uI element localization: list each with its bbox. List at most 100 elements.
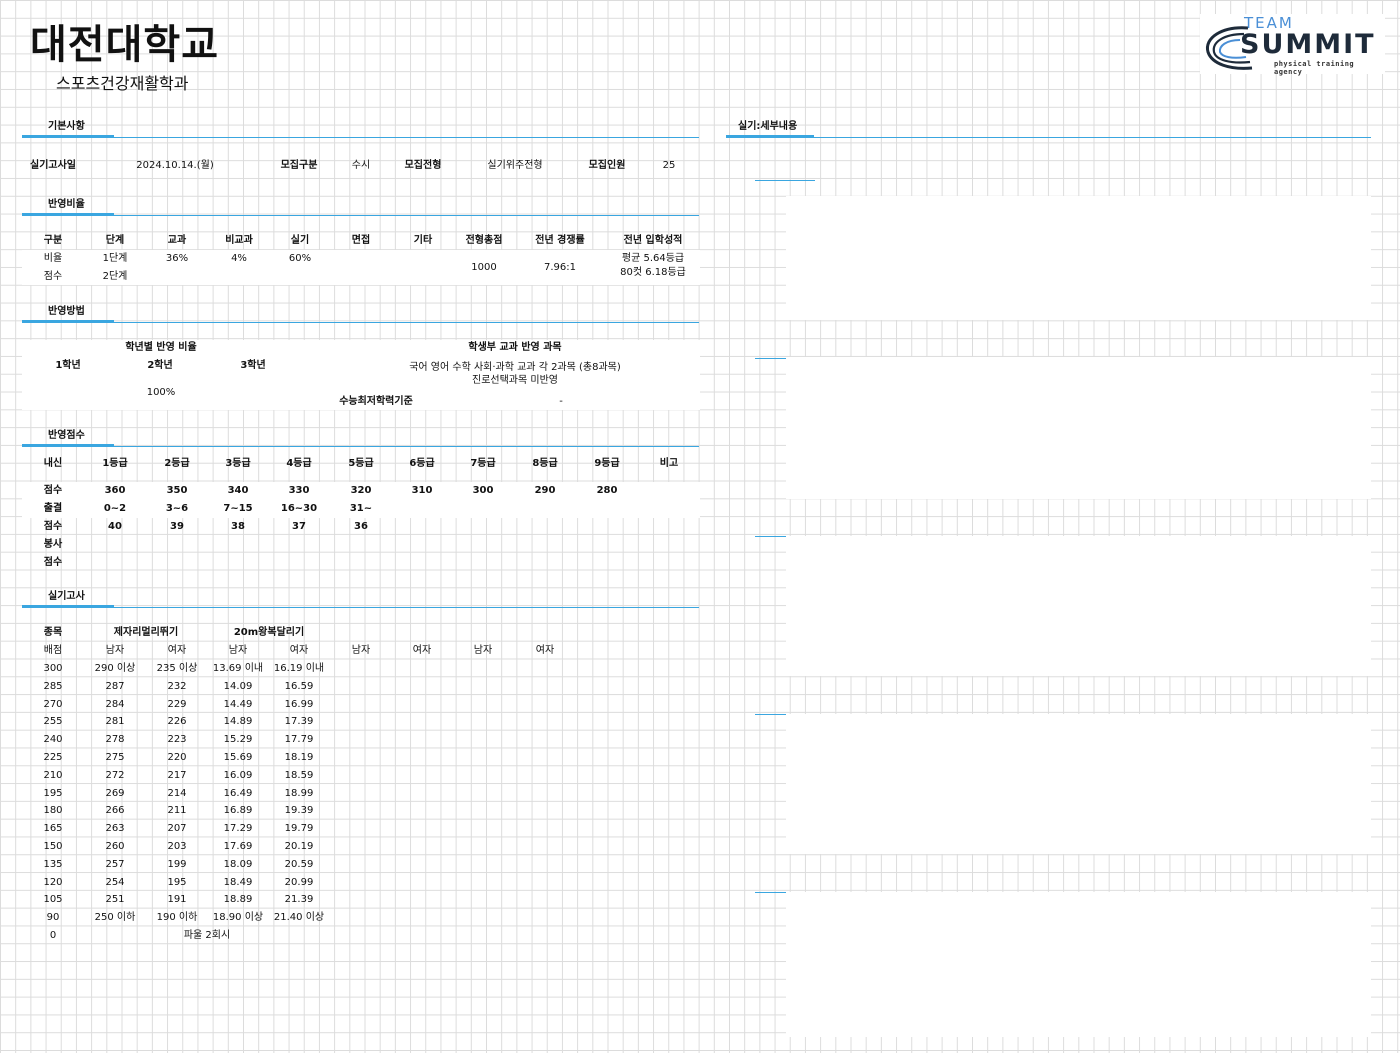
recruit-type-value: 수시 — [351, 160, 371, 171]
section-score-line-accent — [22, 444, 114, 446]
practical-row-8-col-4: 19.39 — [284, 805, 314, 817]
score-row-grade1: 360 — [104, 485, 126, 496]
ratio-row1-nonsubject: 4% — [231, 253, 247, 264]
practical-row-8-col-2: 211 — [167, 805, 187, 817]
practical-row-6-col-4: 18.59 — [284, 769, 314, 781]
practical-row-2-col-1: 284 — [105, 698, 125, 710]
method-grade-ratio-label: 학년별 반영 비율 — [125, 342, 197, 353]
section-detail-line — [726, 137, 1371, 138]
gender-male-2: 남자 — [228, 645, 248, 656]
practical-row-8-col-1: 266 — [105, 805, 125, 817]
practical-row-2-col-3: 14.49 — [223, 698, 253, 710]
practical-row-9-col-3: 17.29 — [223, 823, 253, 835]
practical-row-10-col-0: 150 — [43, 841, 63, 852]
recruit-track-label: 모집전형 — [404, 160, 442, 171]
university-title: 대전대학교 — [30, 22, 219, 68]
practical-row-11-col-3: 18.09 — [223, 858, 253, 870]
practical-row-1-col-1: 287 — [105, 680, 125, 692]
detail-image-panel-4 — [786, 714, 1371, 854]
practical-row-5-col-1: 275 — [105, 752, 125, 763]
practical-row-2-col-0: 270 — [43, 698, 63, 710]
method-year-2: 2학년 — [147, 360, 173, 371]
absence-row-range4: 16~30 — [280, 503, 318, 514]
practical-row-6-col-2: 217 — [167, 769, 187, 781]
score-row-grade7: 300 — [472, 485, 494, 496]
practical-row-11-col-2: 199 — [167, 858, 187, 870]
gender-female-2: 여자 — [289, 645, 309, 656]
absence-score-2: 39 — [170, 521, 184, 532]
score-header-grade7: 7등급 — [470, 458, 496, 469]
method-subjects-label: 학생부 교과 반영 과목 — [468, 342, 562, 353]
section-method-line — [22, 322, 699, 323]
practical-row-3-col-1: 281 — [105, 716, 125, 728]
detail-image-panel-2 — [786, 357, 1371, 499]
practical-event-2: 20m왕복달리기 — [233, 627, 305, 638]
method-subjects-line2: 진로선택과목 미반영 — [472, 375, 558, 386]
ratio-row1-stage: 1단계 — [102, 253, 128, 264]
recruit-track-value: 실기위주전형 — [487, 160, 543, 171]
section-ratio-line-accent — [22, 213, 114, 215]
practical-row-12-col-3: 18.49 — [223, 876, 253, 888]
practical-row-7-col-1: 269 — [105, 787, 125, 799]
practical-row-13-col-1: 251 — [105, 894, 125, 906]
ratio-header-nonsubject: 비교과 — [225, 235, 253, 246]
recruit-type-label: 모집구분 — [280, 160, 318, 171]
section-practical-title: 실기고사 — [48, 591, 85, 602]
practical-row-3-col-3: 14.89 — [223, 716, 253, 728]
recruit-quota-value: 25 — [662, 160, 676, 171]
practical-row-5-col-4: 18.19 — [284, 752, 314, 763]
practical-row-2-col-4: 16.99 — [284, 698, 314, 710]
practical-row-12-col-4: 20.99 — [284, 876, 314, 888]
section-practical-line-accent — [22, 605, 114, 607]
practical-points-label: 배점 — [43, 645, 63, 656]
practical-row-14-col-3: 18.90 이상 — [212, 912, 264, 924]
practical-row-0-col-1: 290 이상 — [94, 663, 136, 674]
practical-row-4-col-3: 15.29 — [223, 734, 253, 746]
section-basic-line-accent — [22, 135, 114, 137]
practical-zero-note: 파울 2회시 — [183, 930, 231, 941]
absence-score-3: 38 — [231, 521, 245, 532]
detail-image-panel-1 — [786, 196, 1371, 320]
practical-row-8-col-0: 180 — [43, 805, 63, 817]
ratio-row1-subject: 36% — [165, 253, 189, 264]
absence-row-range5: 31~ — [349, 503, 373, 514]
practical-row-14-col-2: 190 이하 — [156, 912, 198, 924]
practical-row-0-col-0: 300 — [43, 663, 63, 674]
method-csat-label: 수능최저학력기준 — [339, 396, 413, 407]
practical-row-7-col-0: 195 — [43, 787, 63, 799]
department-name: 스포츠건강재활학과 — [56, 74, 189, 93]
detail-slot-1-line — [755, 180, 815, 181]
exam-date-label: 실기고사일 — [30, 160, 76, 171]
absence-row-range3: 7~15 — [223, 503, 253, 514]
ratio-header-stage: 단계 — [105, 235, 125, 246]
practical-row-10-col-1: 260 — [105, 841, 125, 852]
practical-row-0-col-2: 235 이상 — [156, 663, 198, 674]
score-row-label: 점수 — [43, 485, 63, 496]
gender-female-3: 여자 — [412, 645, 432, 656]
ratio-header-subject: 교과 — [167, 235, 187, 246]
detail-image-panel-5 — [786, 892, 1371, 1037]
ratio-header-other: 기타 — [413, 235, 433, 246]
team-summit-logo: TEAM SUMMIT physical training agency — [1200, 14, 1385, 76]
ratio-grade-80cut: 80컷 6.18등급 — [620, 267, 686, 278]
practical-row-3-col-2: 226 — [167, 716, 187, 728]
practical-row-1-col-3: 14.09 — [223, 680, 253, 692]
practical-row-0-col-3: 13.69 이내 — [212, 663, 264, 674]
practical-event-label: 종목 — [43, 627, 63, 638]
practical-row-7-col-2: 214 — [167, 787, 187, 799]
method-subjects-line1: 국어 영어 수학 사회·과학 교과 각 2과목 (총8과목) — [409, 362, 621, 373]
practical-row-12-col-1: 254 — [105, 876, 125, 888]
logo-summit-text: SUMMIT — [1240, 29, 1376, 60]
ratio-grade-average: 평균 5.64등급 — [621, 253, 685, 264]
absence-score-5: 36 — [354, 521, 368, 532]
practical-row-1-col-2: 232 — [167, 680, 187, 692]
section-basic-title: 기본사항 — [48, 121, 85, 132]
practical-row-7-col-3: 16.49 — [223, 787, 253, 799]
gender-male-1: 남자 — [105, 645, 125, 656]
practical-row-6-col-3: 16.09 — [223, 769, 253, 781]
score-header-grade2: 2등급 — [164, 458, 190, 469]
practical-row-14-col-1: 250 이하 — [94, 912, 136, 924]
score-row-grade5: 320 — [350, 485, 372, 496]
score-row-grade4: 330 — [288, 485, 310, 496]
absence-row-label: 출결 — [43, 503, 63, 514]
